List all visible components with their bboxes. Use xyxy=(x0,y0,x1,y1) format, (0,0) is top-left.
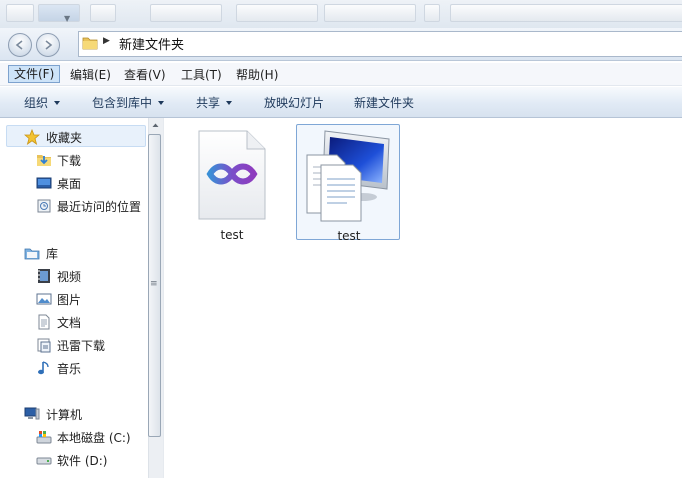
documents-icon xyxy=(38,314,50,330)
title-strip xyxy=(0,0,682,28)
nav-music-label: 音乐 xyxy=(57,362,82,376)
forward-arrow-icon xyxy=(45,40,53,50)
download-folder-icon xyxy=(37,155,51,166)
system-drive-icon xyxy=(36,431,52,444)
ghost-button xyxy=(424,4,440,22)
computer-icon xyxy=(24,407,40,420)
menu-edit[interactable]: 编辑(E) xyxy=(65,66,116,84)
ghost-field xyxy=(236,4,318,22)
share-label: 共享 xyxy=(196,96,221,110)
nav-computer[interactable]: 计算机 xyxy=(0,403,146,425)
nav-desktop[interactable]: 桌面 xyxy=(0,172,146,194)
menu-view[interactable]: 查看(V) xyxy=(119,66,171,84)
nav-downloads-label: 下载 xyxy=(57,154,82,168)
nav-downloads[interactable]: 下载 xyxy=(0,149,146,171)
command-bar: 组织 包含到库中 共享 放映幻灯片 新建文件夹 xyxy=(0,87,682,118)
forward-button[interactable] xyxy=(36,33,60,57)
nav-music[interactable]: 音乐 xyxy=(0,357,146,379)
back-arrow-icon xyxy=(15,40,23,50)
nav-drive-c[interactable]: 本地磁盘 (C:) xyxy=(0,426,146,448)
menu-file[interactable]: 文件(F) xyxy=(8,65,61,83)
ghost-button xyxy=(90,4,116,22)
slideshow-button[interactable]: 放映幻灯片 xyxy=(264,94,324,111)
nav-desktop-label: 桌面 xyxy=(57,177,82,191)
nav-favorites-label: 收藏夹 xyxy=(46,131,83,145)
ghost-field xyxy=(150,4,222,22)
nav-documents-label: 文档 xyxy=(57,316,82,330)
folder-icon xyxy=(82,37,98,50)
file-name: test xyxy=(220,228,244,242)
scroll-up-icon[interactable] xyxy=(149,118,162,132)
ghost-field xyxy=(450,4,682,22)
nav-recent-places-label: 最近访问的位置 xyxy=(57,200,142,214)
pictures-icon xyxy=(36,293,52,305)
menu-bar: 文件(F) 编辑(E) 查看(V) 工具(T) 帮助(H) xyxy=(0,63,682,86)
caret-down-icon xyxy=(54,101,61,105)
file-item[interactable]: test xyxy=(180,124,284,242)
nav-libraries-label: 库 xyxy=(46,247,59,261)
chevron-right-icon: ▶ xyxy=(103,36,110,46)
menu-tools[interactable]: 工具(T) xyxy=(176,66,227,84)
file-item-selected[interactable]: test xyxy=(296,124,400,243)
ghost-button xyxy=(6,4,34,22)
video-icon xyxy=(38,269,50,283)
include-in-library-button[interactable]: 包含到库中 xyxy=(92,94,165,111)
nav-favorites[interactable]: 收藏夹 xyxy=(0,126,146,148)
breadcrumb-separator[interactable]: ▶ xyxy=(103,36,110,46)
library-icon xyxy=(24,248,40,260)
nav-pictures[interactable]: 图片 xyxy=(0,288,146,310)
nav-libraries[interactable]: 库 xyxy=(0,242,146,264)
star-icon xyxy=(24,129,40,145)
organize-button[interactable]: 组织 xyxy=(24,94,61,111)
file-name: test xyxy=(337,229,361,243)
nav-thunder-download[interactable]: 迅雷下载 xyxy=(0,334,146,356)
music-icon xyxy=(38,361,49,375)
share-button[interactable]: 共享 xyxy=(196,94,233,111)
nav-computer-label: 计算机 xyxy=(46,408,83,422)
recent-places-icon xyxy=(37,199,51,213)
caret-down-icon xyxy=(158,101,165,105)
desktop-icon xyxy=(36,177,52,189)
new-folder-button[interactable]: 新建文件夹 xyxy=(354,94,414,111)
breadcrumb-current-folder[interactable]: 新建文件夹 xyxy=(119,34,184,53)
remote-desktop-file-icon xyxy=(306,130,390,222)
drive-icon xyxy=(36,457,52,465)
nav-drive-d-label: 软件 (D:) xyxy=(57,454,108,468)
grip-icon: ≡ xyxy=(150,279,158,289)
visual-studio-file-icon xyxy=(198,130,266,220)
back-button[interactable] xyxy=(8,33,32,57)
nav-drive-c-label: 本地磁盘 (C:) xyxy=(57,431,131,445)
organize-label: 组织 xyxy=(24,96,49,110)
menu-help[interactable]: 帮助(H) xyxy=(231,66,283,84)
nav-pictures-label: 图片 xyxy=(57,293,82,307)
include-in-library-label: 包含到库中 xyxy=(92,96,153,110)
nav-drive-d[interactable]: 软件 (D:) xyxy=(0,449,146,471)
chevron-down-icon: ▼ xyxy=(64,14,71,23)
nav-recent-places[interactable]: 最近访问的位置 xyxy=(0,195,146,217)
ghost-field xyxy=(324,4,416,22)
ghost-button xyxy=(38,4,80,22)
nav-videos[interactable]: 视频 xyxy=(0,265,146,287)
nav-videos-label: 视频 xyxy=(57,270,82,284)
thunder-download-icon xyxy=(37,338,51,353)
nav-thunder-download-label: 迅雷下载 xyxy=(57,339,106,353)
caret-down-icon xyxy=(226,101,233,105)
recent-pages-dropdown[interactable]: ▼ xyxy=(64,14,70,23)
nav-documents[interactable]: 文档 xyxy=(0,311,146,333)
